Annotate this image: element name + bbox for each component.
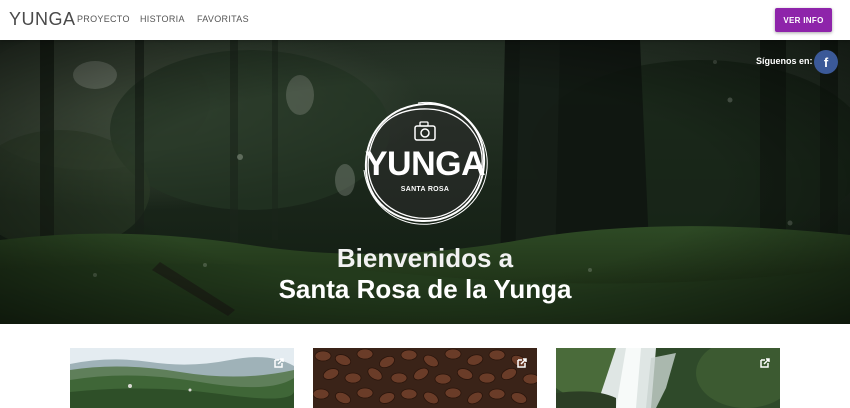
facebook-icon[interactable]: f <box>814 50 838 74</box>
hero-headline-line2: Santa Rosa de la Yunga <box>278 274 572 304</box>
nav-link-proyecto[interactable]: PROYECTO <box>77 14 130 24</box>
external-link-icon[interactable] <box>516 357 528 369</box>
logo-title: YUNGA <box>364 145 486 183</box>
logo-subtitle: SANTA ROSA <box>400 186 450 193</box>
brand-logo-link[interactable]: YUNGA <box>9 9 76 30</box>
card-coffee-beans[interactable] <box>313 348 537 408</box>
hero-banner: Síguenos en: f YUNGA SANTA ROSA Bienveni… <box>0 40 850 324</box>
nav-link-favoritas[interactable]: FAVORITAS <box>197 14 249 24</box>
top-navbar: YUNGA PROYECTO HISTORIA FAVORITAS VER IN… <box>0 0 850 40</box>
external-link-icon[interactable] <box>759 357 771 369</box>
nav-link-historia[interactable]: HISTORIA <box>140 14 185 24</box>
card-mountain-landscape[interactable] <box>70 348 294 408</box>
ver-info-button[interactable]: VER INFO <box>775 8 832 32</box>
coffee-beans-image <box>313 348 537 408</box>
waterfall-image <box>556 348 780 408</box>
external-link-icon[interactable] <box>273 357 285 369</box>
social-follow-label: Síguenos en: <box>756 56 813 66</box>
hero-headline-line1: Bienvenidos a <box>336 243 514 273</box>
card-waterfall[interactable] <box>556 348 780 408</box>
mountain-landscape-image <box>70 348 294 408</box>
